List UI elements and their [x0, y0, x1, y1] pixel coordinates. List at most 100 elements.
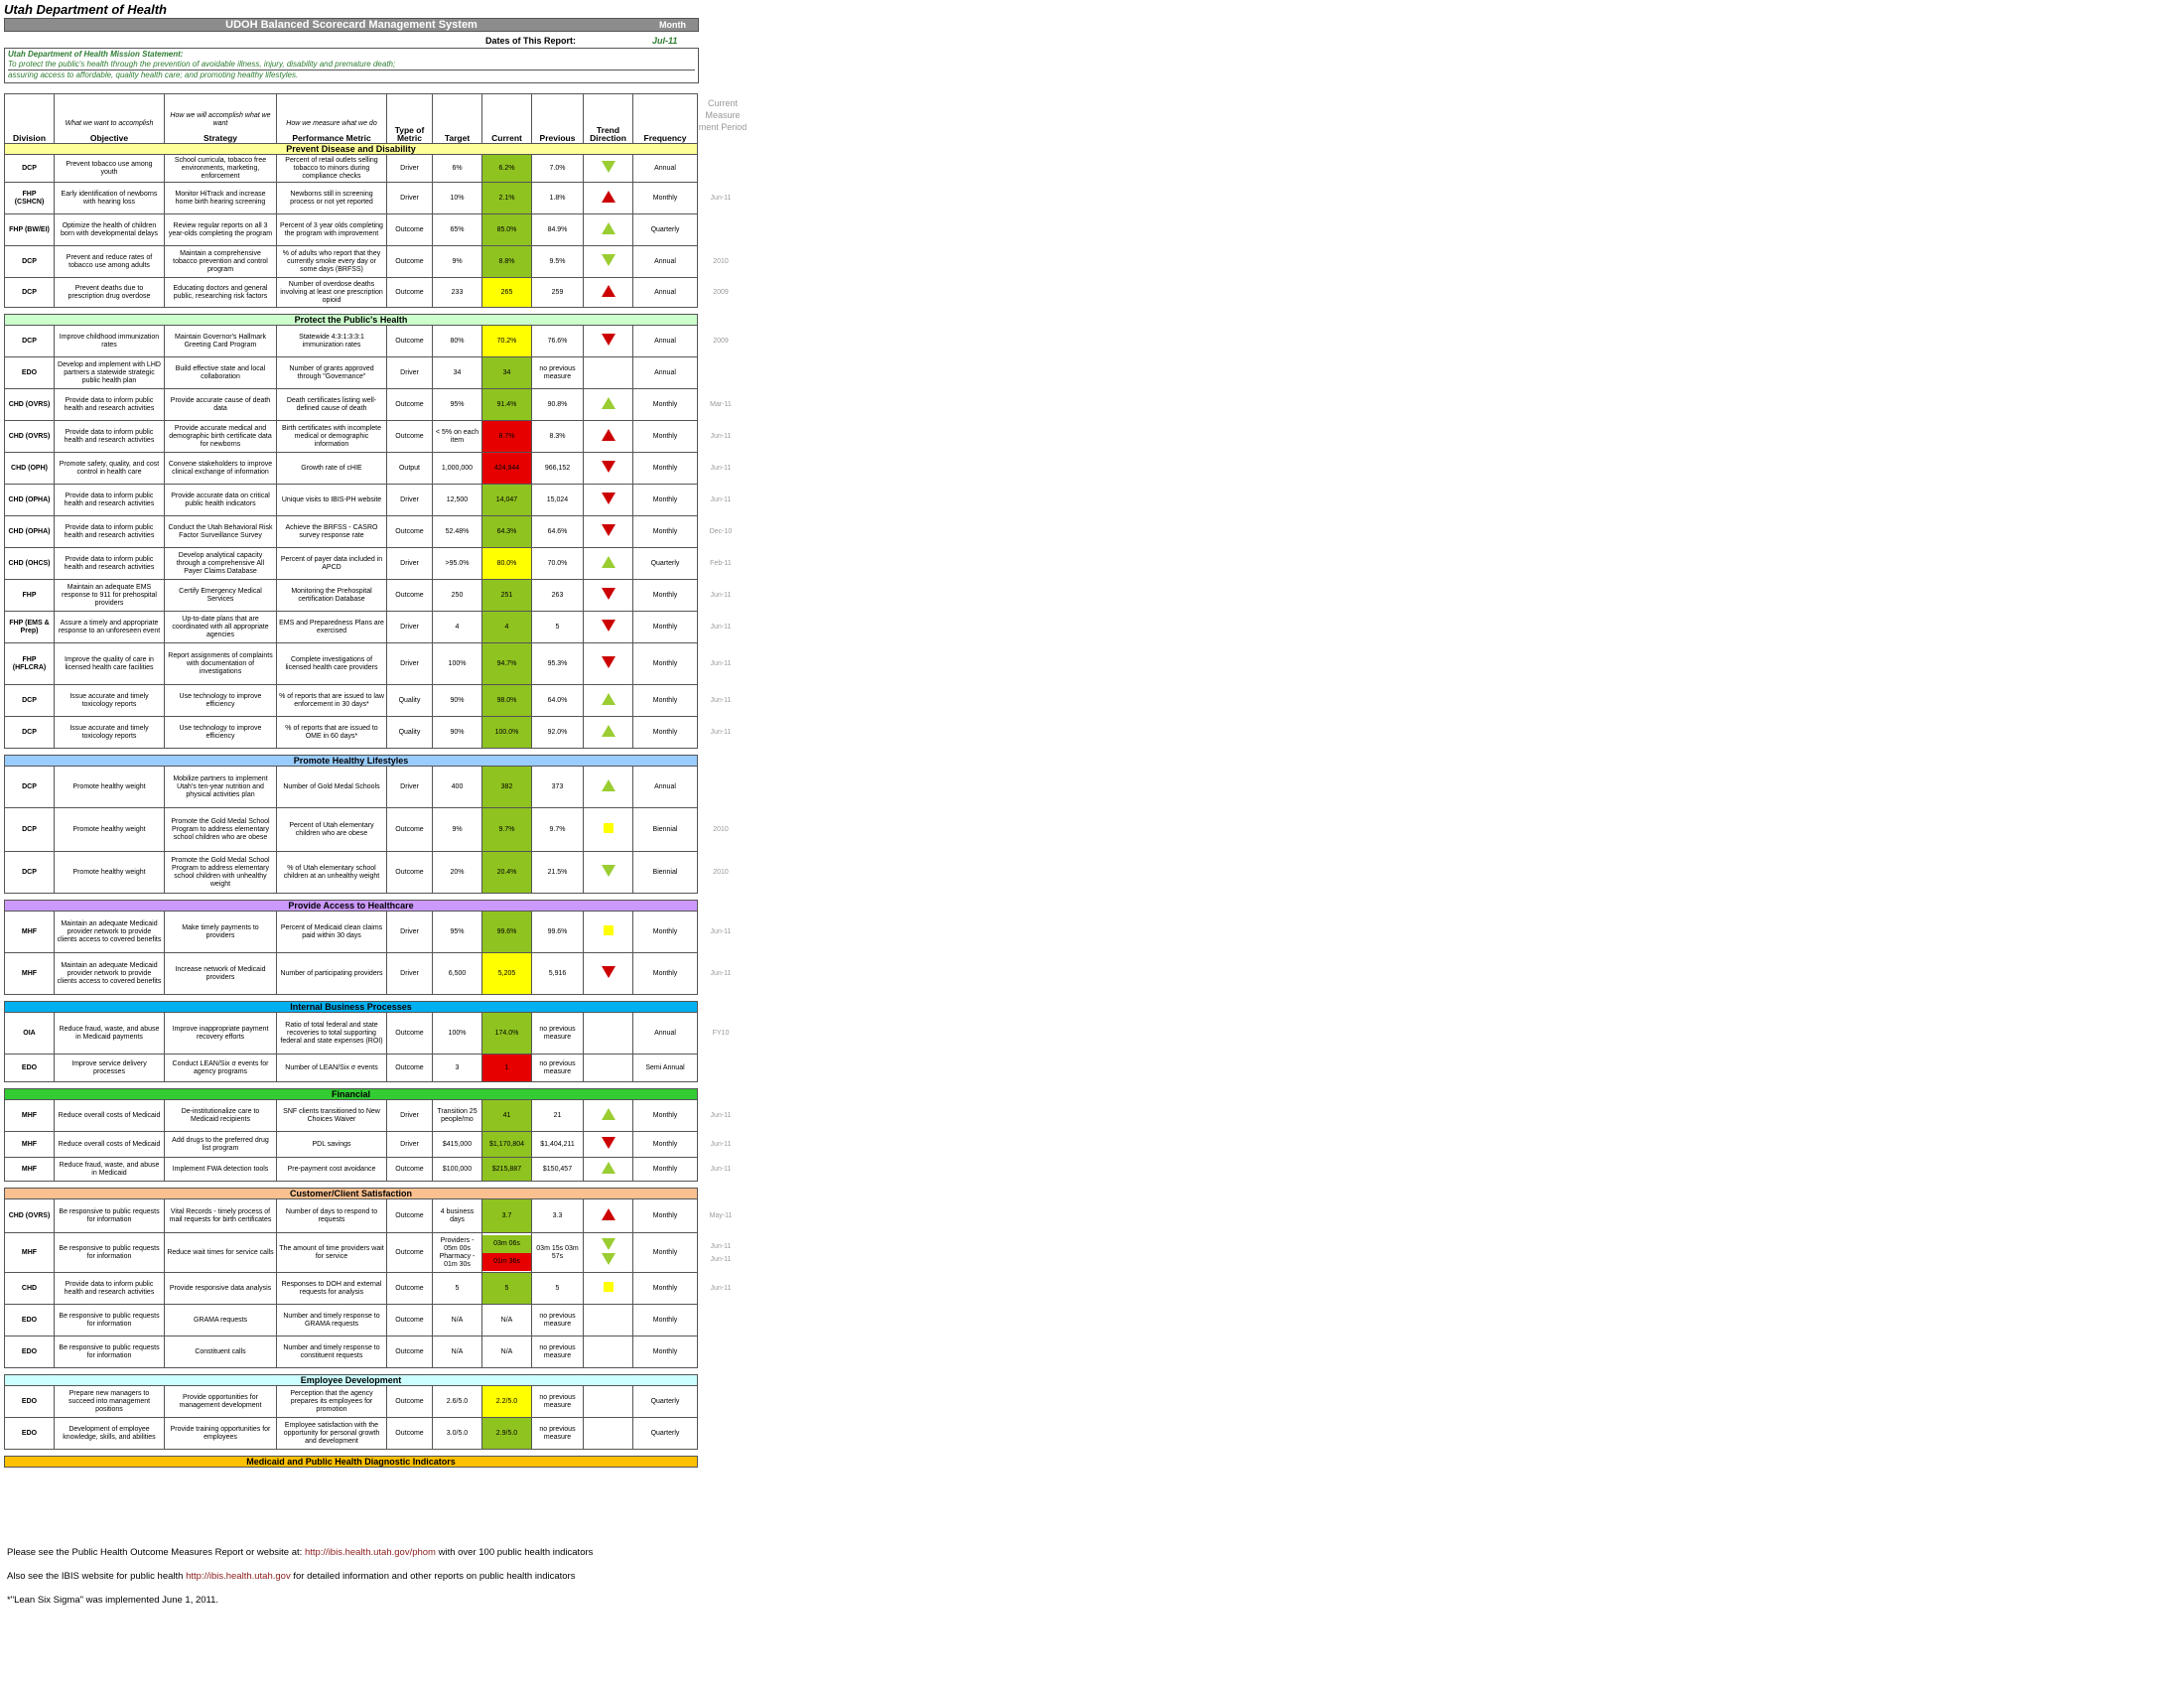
type-cell: Quality: [386, 716, 433, 749]
type-cell: Outcome: [386, 245, 433, 278]
trend-flat-icon: [603, 925, 614, 935]
trend-up-green-icon: [601, 1108, 615, 1120]
footer-line-2: Also see the IBIS website for public hea…: [7, 1571, 576, 1582]
ibis-link[interactable]: http://ibis.health.utah.gov: [186, 1571, 291, 1582]
type-cell: Outcome: [386, 1272, 433, 1305]
objective-cell: Prevent tobacco use among youth: [54, 154, 165, 183]
strategy-cell: Certify Emergency Medical Services: [164, 579, 277, 612]
current-cell: 265: [481, 277, 532, 308]
strategy-cell: Promote the Gold Medal School Program to…: [164, 851, 277, 894]
objective-cell: Be responsive to public requests for inf…: [54, 1336, 165, 1368]
current-cell: 94.7%: [481, 642, 532, 685]
footer-line-1: Please see the Public Health Outcome Mea…: [7, 1547, 594, 1558]
phom-link[interactable]: http://ibis.health.utah.gov/phom: [305, 1547, 436, 1558]
table-row: EDO Development of employee knowledge, sk…: [4, 1417, 698, 1450]
type-cell: Outcome: [386, 420, 433, 453]
target-cell: $415,000: [432, 1131, 482, 1158]
mission-line-2: assuring access to affordable, quality h…: [8, 70, 695, 80]
current-cell: 41: [481, 1099, 532, 1132]
type-cell: Outcome: [386, 1198, 433, 1233]
objective-cell: Promote healthy weight: [54, 766, 165, 808]
section-header: Customer/Client Satisfaction: [4, 1188, 698, 1199]
trend-down-green-icon: [601, 254, 615, 266]
trend-cell: [583, 1157, 633, 1182]
division-cell: EDO: [4, 356, 55, 389]
objective-cell: Provide data to inform public health and…: [54, 388, 165, 421]
frequency-cell: Monthly: [632, 452, 698, 485]
trend-down-red-icon: [601, 334, 615, 346]
strategy-cell: Provide accurate data on critical public…: [164, 484, 277, 516]
dates-value[interactable]: Jul-11: [652, 36, 677, 46]
target-cell: 95%: [432, 911, 482, 953]
header-target: Target: [432, 93, 482, 144]
frequency-cell: Semi Annual: [632, 1054, 698, 1082]
frequency-cell: Annual: [632, 154, 698, 183]
metric-cell: Number of Gold Medal Schools: [276, 766, 387, 808]
division-cell: DCP: [4, 277, 55, 308]
table-row: DCP Prevent tobacco use among youth School…: [4, 154, 698, 183]
frequency-cell: Monthly: [632, 1272, 698, 1305]
objective-cell: Provide data to inform public health and…: [54, 1272, 165, 1305]
type-cell: Driver: [386, 547, 433, 580]
table-row: DCP Issue accurate and timely toxicology …: [4, 716, 698, 749]
diagnostic-bar: Medicaid and Public Health Diagnostic In…: [4, 1456, 698, 1468]
type-cell: Outcome: [386, 1385, 433, 1418]
frequency-cell: Monthly: [632, 484, 698, 516]
current-cell: $1,170,804: [481, 1131, 532, 1158]
objective-cell: Provide data to inform public health and…: [54, 420, 165, 453]
previous-cell: 263: [531, 579, 584, 612]
current-cell: 34: [481, 356, 532, 389]
previous-cell: no previous measure: [531, 1417, 584, 1450]
division-cell: FHP (CSHCN): [4, 182, 55, 214]
table-row: CHD (OPHA) Provide data to inform public …: [4, 515, 698, 548]
current-cell: N/A: [481, 1304, 532, 1336]
frequency-cell: Annual: [632, 325, 698, 357]
trend-up-green-icon: [601, 693, 615, 705]
metric-cell: Responses to DOH and external requests f…: [276, 1272, 387, 1305]
division-cell: DCP: [4, 716, 55, 749]
frequency-cell: Monthly: [632, 684, 698, 717]
division-cell: CHD: [4, 1272, 55, 1305]
trend-down-red-icon: [601, 588, 615, 600]
metric-cell: Growth rate of cHIE: [276, 452, 387, 485]
objective-cell: Provide data to inform public health and…: [54, 515, 165, 548]
target-cell: Providers - 05m 00s Pharmacy - 01m 30s: [432, 1232, 482, 1273]
target-cell: 6%: [432, 154, 482, 183]
type-cell: Outcome: [386, 1232, 433, 1273]
target-cell: 12,500: [432, 484, 482, 516]
diagnostic-title: Medicaid and Public Health Diagnostic In…: [4, 1456, 698, 1468]
table-row: DCP Issue accurate and timely toxicology …: [4, 684, 698, 717]
target-cell: 4: [432, 611, 482, 643]
section-header: Prevent Disease and Disability: [4, 143, 698, 155]
trend-up-green-icon: [601, 222, 615, 234]
division-cell: MHF: [4, 1232, 55, 1273]
previous-cell: no previous measure: [531, 356, 584, 389]
current-cell: 5,205: [481, 952, 532, 995]
previous-cell: no previous measure: [531, 1385, 584, 1418]
division-cell: CHD (OPHA): [4, 515, 55, 548]
period-value: Jun-11: [710, 1140, 732, 1148]
frequency-cell: Monthly: [632, 1336, 698, 1368]
previous-cell: 373: [531, 766, 584, 808]
strategy-cell: Educating doctors and general public, re…: [164, 277, 277, 308]
target-cell: N/A: [432, 1304, 482, 1336]
metric-cell: Number of LEAN/Six σ events: [276, 1054, 387, 1082]
strategy-cell: Mobilize partners to implement Utah's te…: [164, 766, 277, 808]
trend-cell: [583, 1272, 633, 1305]
previous-cell: 8.3%: [531, 420, 584, 453]
dates-label: Dates of This Report:: [485, 36, 577, 46]
type-cell: Driver: [386, 911, 433, 953]
current-cell: 9.7%: [481, 807, 532, 852]
metric-cell: Number of days to respond to requests: [276, 1198, 387, 1233]
division-cell: CHD (OVRS): [4, 420, 55, 453]
table-row: MHF Reduce overall costs of Medicaid De-in…: [4, 1099, 698, 1132]
period-value: Dec-10: [709, 527, 733, 535]
objective-cell: Reduce fraud, waste, and abuse in Medica…: [54, 1012, 165, 1055]
table-row: EDO Prepare new managers to succeed into …: [4, 1385, 698, 1418]
objective-cell: Be responsive to public requests for inf…: [54, 1232, 165, 1273]
previous-cell: 03m 15s 03m 57s: [531, 1232, 584, 1273]
section-header: Employee Development: [4, 1374, 698, 1386]
metric-cell: Percent of Medicaid clean claims paid wi…: [276, 911, 387, 953]
division-cell: EDO: [4, 1054, 55, 1082]
trend-cell: [583, 611, 633, 643]
